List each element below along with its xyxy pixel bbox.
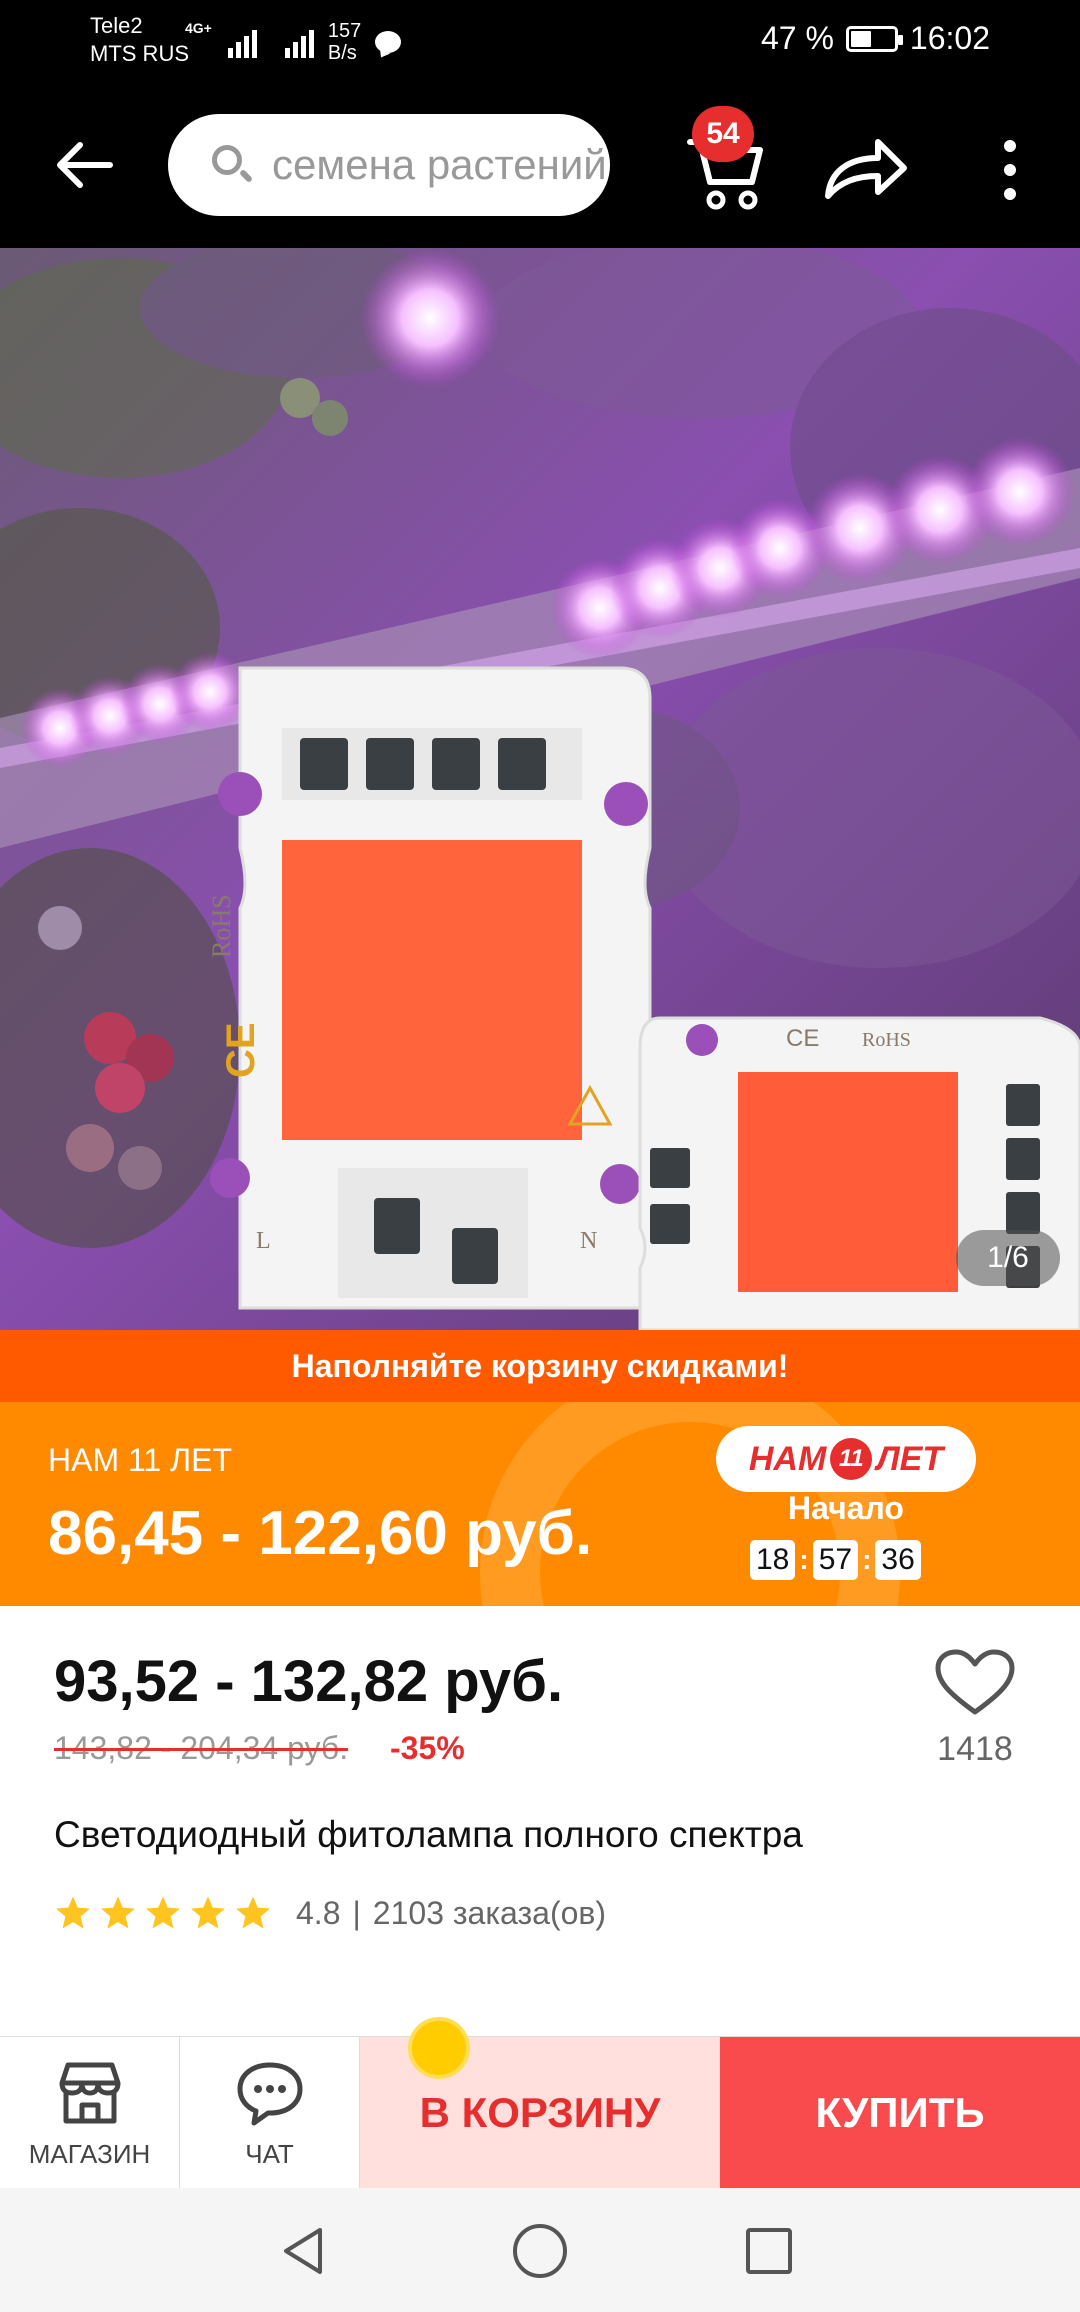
back-arrow-icon[interactable]	[50, 130, 120, 200]
promo-strip[interactable]: Наполняйте корзину скидками!	[0, 1330, 1080, 1402]
rating-row[interactable]: 4.8 | 2103 заказа(ов)	[54, 1894, 606, 1932]
image-counter: 1/6	[956, 1230, 1060, 1286]
nav-recents-icon[interactable]	[746, 2228, 792, 2274]
logo-number-badge: 11	[830, 1438, 873, 1480]
countdown-timer: 18 : 57 : 36	[750, 1540, 921, 1580]
search-input[interactable]: семена растений	[168, 114, 610, 216]
l-label: L	[256, 1228, 271, 1254]
n-label: N	[580, 1228, 597, 1254]
clock: 16:02	[909, 20, 990, 56]
timer-minutes: 57	[812, 1540, 859, 1580]
signal-icon	[227, 26, 257, 58]
battery-icon	[845, 25, 903, 52]
anniversary-logo: НАМ 11 ЛЕТ	[716, 1426, 976, 1492]
search-icon	[208, 141, 256, 189]
countdown-label: Начало	[788, 1490, 904, 1526]
status-right: 47 % 16:02	[761, 20, 990, 57]
timer-seconds: 36	[875, 1540, 921, 1580]
network-type: 4G+	[185, 20, 212, 36]
star-icon	[56, 1896, 90, 1929]
network-speed: 157 B/s	[328, 20, 361, 64]
star-icon	[146, 1896, 180, 1929]
speed-unit: B/s	[327, 42, 357, 64]
status-bar: Tele2 MTS RUS 4G+ 157 B/s 47 % 16:02	[0, 0, 1080, 80]
nav-back-icon[interactable]	[276, 2224, 330, 2278]
discount-badge: -35%	[390, 1730, 465, 1766]
share-icon[interactable]	[820, 134, 910, 204]
rating-value: 4.8	[296, 1894, 341, 1931]
ce-label: CE	[219, 1022, 263, 1078]
anniversary-promo-banner[interactable]: НАМ 11 ЛЕТ 86,45 - 122,60 руб. НАМ 11 ЛЕ…	[0, 1402, 1080, 1606]
coin-icon	[408, 2017, 470, 2079]
battery-percent: 47 %	[760, 20, 834, 56]
carrier-1: Tele2	[90, 13, 143, 38]
ce-label-small: CE	[786, 1025, 819, 1052]
product-title: Светодиодный фитолампа полного спектра	[54, 1814, 803, 1855]
cart-count-badge: 54	[692, 106, 754, 162]
search-placeholder: семена растений	[272, 141, 607, 188]
promo-label: НАМ 11 ЛЕТ	[48, 1442, 232, 1478]
star-icon	[101, 1896, 135, 1929]
timer-hours: 18	[750, 1540, 796, 1580]
chat-icon	[237, 2062, 302, 2125]
store-icon	[59, 2062, 120, 2123]
led-chip-large: RoHS CE L N	[207, 666, 652, 1310]
wishlist-count: 1418	[937, 1730, 1013, 1768]
message-notification-icon	[375, 31, 402, 53]
system-navigation-bar	[0, 2188, 1080, 2312]
carrier-2: MTS RUS	[90, 41, 189, 66]
star-rating	[54, 1894, 272, 1932]
product-photo: RoHS CE L N CE RoHS	[0, 248, 1080, 1330]
bottom-action-bar: МАГАЗИН ЧАТ В КОРЗИНУ КУПИТЬ	[0, 2017, 1080, 2189]
rohs-label-small: RoHS	[862, 1029, 911, 1051]
orders-count: 2103 заказа(ов)	[372, 1894, 607, 1931]
star-icon	[236, 1896, 270, 1929]
rohs-label: RoHS	[207, 894, 236, 958]
current-price: 93,52 - 132,82 руб.	[54, 1649, 564, 1714]
carrier-names: Tele2 MTS RUS	[90, 12, 189, 68]
rating-separator: |	[352, 1894, 361, 1931]
wishlist-heart-icon[interactable]	[930, 1648, 1020, 1718]
status-icons: 4G+ 157 B/s	[185, 20, 402, 64]
speed-value: 157	[327, 20, 362, 42]
add-to-cart-button[interactable]: В КОРЗИНУ	[360, 2017, 720, 2189]
buy-now-label: КУПИТЬ	[815, 2089, 985, 2136]
chat-button[interactable]: ЧАТ	[180, 2037, 360, 2189]
chat-label: ЧАТ	[245, 2138, 294, 2169]
logo-text-right: ЛЕТ	[876, 1439, 944, 1478]
original-price: 143,82 - 204,34 руб.	[54, 1730, 349, 1766]
nav-home-icon[interactable]	[513, 2224, 567, 2278]
logo-text-left: НАМ	[748, 1439, 827, 1478]
add-to-cart-label: В КОРЗИНУ	[419, 2089, 661, 2136]
signal-icon-2	[284, 26, 314, 58]
buy-now-button[interactable]: КУПИТЬ	[720, 2037, 1080, 2189]
product-image-gallery[interactable]: RoHS CE L N CE RoHS	[0, 248, 1080, 1330]
app-top-bar: семена растений 54	[0, 80, 1080, 248]
more-options-icon[interactable]	[990, 140, 1030, 200]
store-button[interactable]: МАГАЗИН	[0, 2037, 180, 2189]
promo-price: 86,45 - 122,60 руб.	[48, 1499, 593, 1568]
product-page: Tele2 MTS RUS 4G+ 157 B/s 47 % 16:02 сем…	[0, 0, 1080, 2312]
star-icon	[191, 1896, 225, 1929]
store-label: МАГАЗИН	[28, 2138, 151, 2169]
promo-strip-text: Наполняйте корзину скидками!	[291, 1347, 789, 1384]
